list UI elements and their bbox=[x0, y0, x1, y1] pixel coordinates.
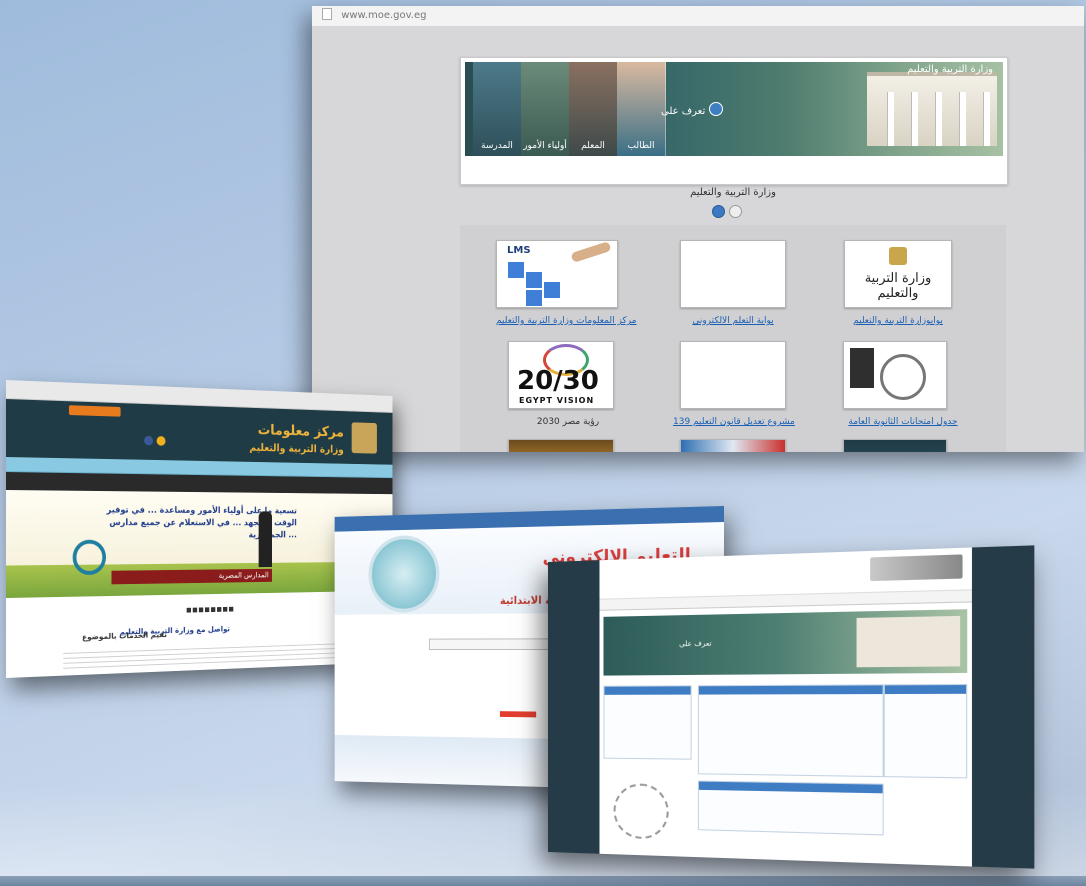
login-button[interactable] bbox=[68, 405, 121, 417]
hero-slider[interactable]: المدرسة أولياء الأمور المعلم الطالب تعرف… bbox=[460, 57, 1008, 185]
students-circle-image bbox=[368, 534, 440, 613]
site-title: مركز معلومات bbox=[257, 421, 344, 441]
tile-label[interactable]: رؤية مصر 2030 bbox=[508, 417, 628, 427]
tile-label[interactable]: جدول امتحانات الثانوية العامة bbox=[843, 417, 963, 427]
text-lines bbox=[63, 639, 338, 673]
emblem-icon bbox=[351, 422, 377, 454]
slider-panel-label: أولياء الأمور bbox=[523, 141, 567, 151]
tile-partial[interactable] bbox=[843, 439, 963, 452]
portal-content: تعرف على bbox=[599, 547, 972, 867]
page-icon bbox=[322, 8, 332, 20]
slider-panel-label: الطالب bbox=[627, 141, 655, 151]
services-grid: LMS مركز المعلومات وزارة التربية والتعلي… bbox=[460, 225, 1006, 452]
social-icons bbox=[144, 431, 169, 450]
tile-image[interactable] bbox=[680, 439, 786, 452]
arrow-circle-icon bbox=[709, 102, 724, 116]
slider-panel-parents[interactable]: أولياء الأمور bbox=[521, 62, 570, 156]
side-panel-right bbox=[971, 545, 1035, 869]
news-box[interactable] bbox=[603, 685, 692, 760]
links-box[interactable] bbox=[697, 780, 884, 836]
tile-label[interactable]: مشروع تعديل قانون التعليم 139 bbox=[673, 417, 795, 427]
tile-exam-schedule[interactable]: جدول امتحانات الثانوية العامة bbox=[843, 341, 963, 427]
site-subtitle: وزارة التربية والتعليم bbox=[249, 441, 344, 456]
slider-dot[interactable] bbox=[712, 205, 725, 218]
vision-text: EGYPT VISION bbox=[519, 396, 595, 405]
lms-icon[interactable]: LMS bbox=[496, 240, 618, 308]
clock-icon bbox=[613, 783, 669, 840]
services-heading[interactable]: نقيم الخدمات بالموضوع bbox=[82, 630, 167, 641]
tile-egypt-vision[interactable]: 20/30 EGYPT VISION رؤية مصر 2030 bbox=[508, 341, 628, 427]
tile-label[interactable]: بوابة التعلم الالكتروني bbox=[673, 316, 793, 326]
main-news-box[interactable] bbox=[697, 684, 884, 778]
law-books-icon[interactable] bbox=[680, 341, 786, 409]
vision-number: 20/30 bbox=[517, 366, 599, 396]
slider-panel-student[interactable]: الطالب bbox=[617, 62, 666, 156]
ministry-building-image bbox=[867, 72, 997, 146]
tile-ministry-portal[interactable]: وزارة التربية والتعليم بوابوزارة التربية… bbox=[838, 240, 958, 326]
tile-partial[interactable] bbox=[673, 439, 793, 452]
share-icon[interactable] bbox=[156, 436, 166, 446]
tile-info-center[interactable]: LMS مركز المعلومات وزارة التربية والتعلي… bbox=[496, 240, 637, 326]
portal-banner[interactable]: تعرف على bbox=[603, 609, 968, 676]
tile-partial[interactable] bbox=[508, 439, 628, 452]
tile-image[interactable] bbox=[843, 439, 947, 452]
ministry-portal-screenshot: تعرف على bbox=[548, 545, 1035, 869]
address-bar[interactable]: www.moe.gov.eg bbox=[312, 6, 1084, 27]
tile-image[interactable] bbox=[508, 439, 614, 452]
know-about-button[interactable]: تعرف على bbox=[661, 102, 724, 117]
elearning-icon[interactable] bbox=[680, 240, 786, 308]
slider-pagination bbox=[710, 203, 744, 222]
action-bar[interactable] bbox=[499, 711, 537, 718]
tile-label[interactable]: مركز المعلومات وزارة التربية والتعليم bbox=[496, 316, 637, 326]
main-page-body: المدرسة أولياء الأمور المعلم الطالب تعرف… bbox=[312, 27, 1084, 452]
magnifier-icon bbox=[72, 539, 107, 576]
slider-panel-school[interactable]: المدرسة bbox=[473, 62, 522, 156]
person-figure bbox=[258, 511, 273, 568]
slider-panel-label: المعلم bbox=[581, 141, 605, 151]
slider-dot[interactable] bbox=[729, 205, 742, 218]
address-url[interactable]: www.moe.gov.eg bbox=[341, 10, 426, 21]
side-panel-left bbox=[548, 560, 600, 854]
know-about-label: تعرف على bbox=[661, 106, 706, 117]
tile-label[interactable]: بوابوزارة التربية والتعليم bbox=[838, 316, 958, 326]
tile-education-law[interactable]: مشروع تعديل قانون التعليم 139 bbox=[673, 341, 795, 427]
ministry-logo-icon[interactable]: وزارة التربية والتعليم bbox=[844, 240, 952, 308]
slider-panel-label: المدرسة bbox=[481, 141, 513, 151]
banner-label: تعرف على bbox=[679, 639, 712, 649]
slider-caption: وزارة التربية والتعليم bbox=[690, 187, 776, 198]
bottom-strip bbox=[0, 876, 1086, 886]
main-browser-window: www.moe.gov.eg المدرسة أولياء الأمور الم… bbox=[312, 6, 1084, 452]
exam-schedule-clock-icon[interactable] bbox=[843, 341, 947, 409]
tile-elearning[interactable]: بوابة التعلم الالكتروني bbox=[673, 240, 793, 326]
banner-ribbon: المدارس المصرية bbox=[111, 568, 273, 585]
building-image bbox=[856, 615, 961, 668]
facebook-icon[interactable] bbox=[144, 435, 154, 446]
slider-image: المدرسة أولياء الأمور المعلم الطالب تعرف… bbox=[465, 62, 1003, 156]
building-title: وزارة التربية والتعليم bbox=[907, 64, 993, 75]
side-news-box[interactable] bbox=[883, 683, 968, 779]
ministry-logo[interactable] bbox=[870, 554, 963, 582]
egypt-vision-2030-icon[interactable]: 20/30 EGYPT VISION bbox=[508, 341, 614, 409]
slider-panel-teacher[interactable]: المعلم bbox=[569, 62, 618, 156]
portal-columns bbox=[603, 683, 968, 860]
